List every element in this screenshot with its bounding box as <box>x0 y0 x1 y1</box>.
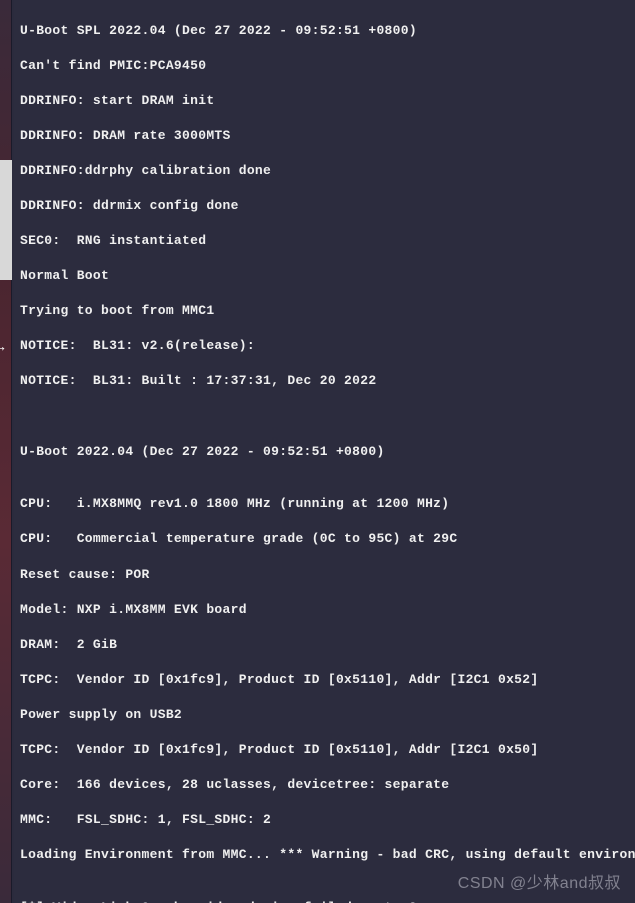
terminal-line: CPU: i.MX8MMQ rev1.0 1800 MHz (running a… <box>20 495 629 513</box>
terminal-line: CPU: Commercial temperature grade (0C to… <box>20 530 629 548</box>
terminal-line: [*]-Video Link 0probe video device faile… <box>20 899 629 903</box>
terminal-line: Power supply on USB2 <box>20 706 629 724</box>
terminal-line: NOTICE: BL31: Built : 17:37:31, Dec 20 2… <box>20 372 629 390</box>
terminal-output[interactable]: U-Boot SPL 2022.04 (Dec 27 2022 - 09:52:… <box>14 0 635 903</box>
watermark-text: CSDN @少林and叔叔 <box>458 869 621 893</box>
terminal-line: DDRINFO: ddrmix config done <box>20 197 629 215</box>
terminal-line: U-Boot 2022.04 (Dec 27 2022 - 09:52:51 +… <box>20 443 629 461</box>
terminal-line: TCPC: Vendor ID [0x1fc9], Product ID [0x… <box>20 671 629 689</box>
terminal-line: SEC0: RNG instantiated <box>20 232 629 250</box>
resize-handle-icon[interactable]: ↔ <box>0 340 4 356</box>
terminal-line: DDRINFO: start DRAM init <box>20 92 629 110</box>
terminal-line: NOTICE: BL31: v2.6(release): <box>20 337 629 355</box>
terminal-line: DRAM: 2 GiB <box>20 636 629 654</box>
window-left-strip <box>0 0 12 903</box>
terminal-line: DDRINFO: DRAM rate 3000MTS <box>20 127 629 145</box>
terminal-line: Reset cause: POR <box>20 566 629 584</box>
terminal-line: MMC: FSL_SDHC: 1, FSL_SDHC: 2 <box>20 811 629 829</box>
terminal-line: Loading Environment from MMC... *** Warn… <box>20 846 629 864</box>
terminal-line: Can't find PMIC:PCA9450 <box>20 57 629 75</box>
terminal-line: U-Boot SPL 2022.04 (Dec 27 2022 - 09:52:… <box>20 22 629 40</box>
terminal-line: Normal Boot <box>20 267 629 285</box>
terminal-line: TCPC: Vendor ID [0x1fc9], Product ID [0x… <box>20 741 629 759</box>
terminal-line: Core: 166 devices, 28 uclasses, devicetr… <box>20 776 629 794</box>
terminal-line: Trying to boot from MMC1 <box>20 302 629 320</box>
terminal-line: DDRINFO:ddrphy calibration done <box>20 162 629 180</box>
terminal-line: Model: NXP i.MX8MM EVK board <box>20 601 629 619</box>
